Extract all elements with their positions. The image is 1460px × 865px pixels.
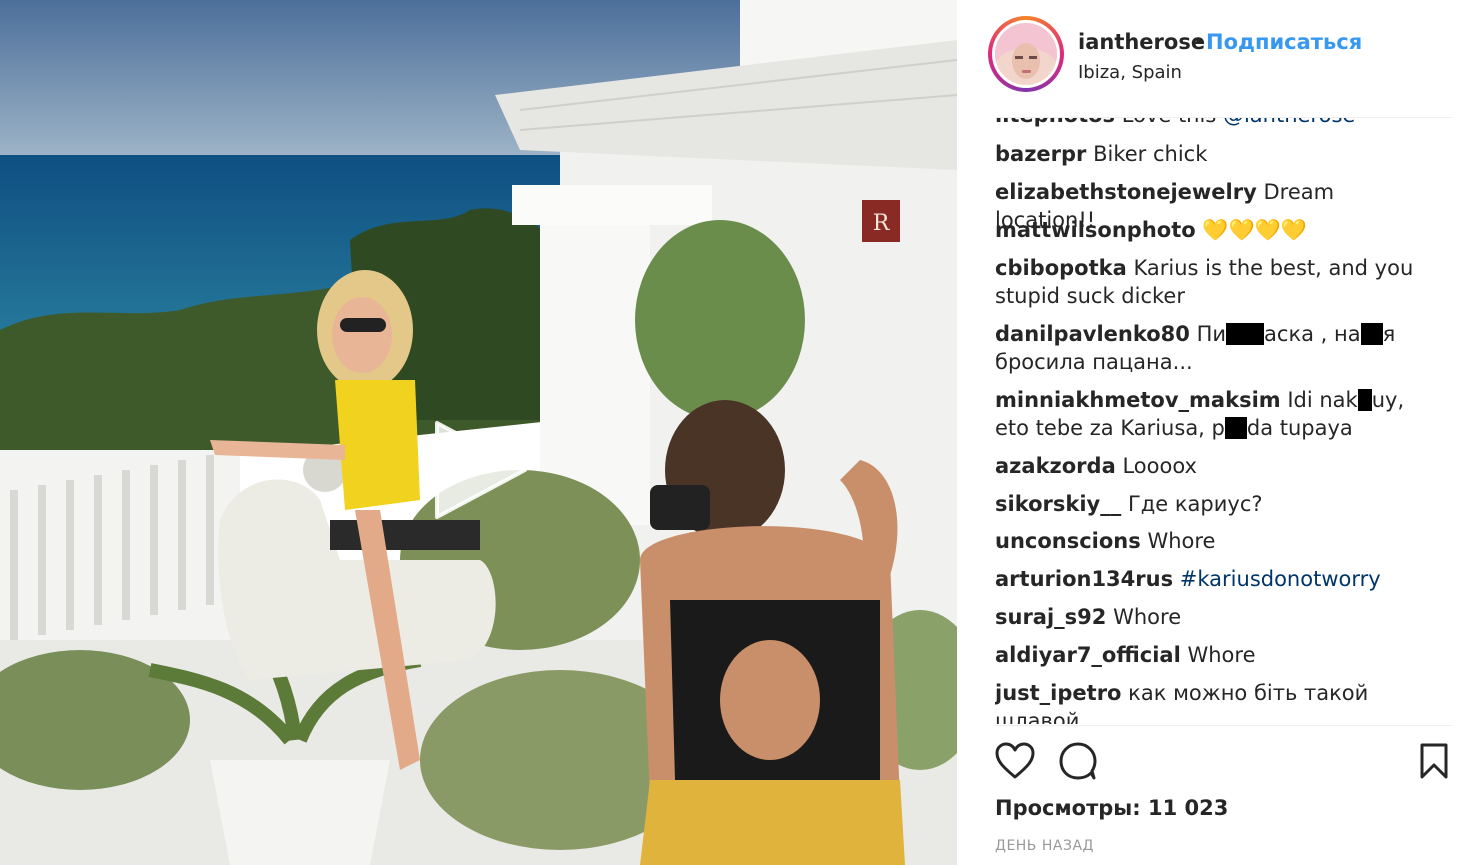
comment-item: danilpavlenko80 Пи аска , на я бросила пац…	[995, 320, 1435, 376]
comment-item: litephotos Love this @iantherose	[995, 118, 1435, 129]
avatar-image	[995, 23, 1057, 85]
comment-item: bazerpr Biker chick	[995, 140, 1435, 168]
comment-text: Где кариус?	[1127, 492, 1263, 516]
play-icon	[435, 421, 527, 519]
comment-text: Idi nak	[1287, 388, 1358, 412]
comment-button[interactable]	[1058, 742, 1098, 784]
comment-text: Loooox	[1122, 454, 1197, 478]
post-timestamp[interactable]: ДЕНЬ НАЗАД	[995, 838, 1094, 854]
comment-mention[interactable]: @iantherose	[1223, 118, 1355, 127]
redaction-block	[1357, 389, 1372, 411]
comment-bubble-icon	[1059, 742, 1097, 780]
comment-text: Whore	[1187, 643, 1256, 667]
comment-item: sikorskiy__ Где кариус?	[995, 490, 1435, 518]
svg-text:R: R	[873, 211, 891, 236]
post-media[interactable]: R	[0, 0, 957, 865]
follow-button[interactable]: Подписаться	[1206, 30, 1362, 54]
comment-username[interactable]: litephotos	[995, 118, 1115, 127]
avatar[interactable]	[988, 16, 1064, 92]
post-location[interactable]: Ibiza, Spain	[1078, 62, 1182, 83]
comment-text: Пи	[1196, 322, 1227, 346]
comment-username[interactable]: unconscions	[995, 529, 1141, 553]
heart-icon	[995, 742, 1035, 779]
comment-username[interactable]: danilpavlenko80	[995, 322, 1190, 346]
comment-text: аска , на	[1264, 322, 1361, 346]
redaction-block	[1224, 417, 1247, 439]
comment-username[interactable]: cbibopotka	[995, 256, 1127, 280]
comment-username[interactable]: sikorskiy__	[995, 492, 1121, 516]
like-button[interactable]	[995, 742, 1035, 784]
post-header: iantherose • Подписаться Ibiza, Spain	[957, 0, 1460, 118]
actions-divider	[995, 725, 1453, 726]
comment-text: Biker chick	[1093, 142, 1208, 166]
comment-username[interactable]: minniakhmetov_maksim	[995, 388, 1281, 412]
comment-username[interactable]: suraj_s92	[995, 605, 1106, 629]
comment-item: suraj_s92 Whore	[995, 603, 1435, 631]
comment-item: just_ipetro как можно біть такой шлавой	[995, 679, 1435, 724]
comment-item: unconscions Whore	[995, 527, 1435, 555]
comment-text: da tupaya	[1246, 416, 1353, 440]
post-sidebar: iantherose • Подписаться Ibiza, Spain li…	[957, 0, 1460, 865]
comment-username[interactable]: just_ipetro	[995, 681, 1121, 705]
comment-text: Love this	[1122, 118, 1223, 127]
save-button[interactable]	[1419, 742, 1449, 784]
comment-username[interactable]: aldiyar7_official	[995, 643, 1181, 667]
avatar-ring	[992, 20, 1060, 88]
view-count[interactable]: Просмотры: 11 023	[995, 796, 1228, 820]
comment-item: aldiyar7_official Whore	[995, 641, 1435, 669]
comment-item: minniakhmetov_maksim Idi nak uy, eto tebe…	[995, 386, 1435, 442]
comment-text: Whore	[1113, 605, 1182, 629]
comment-username[interactable]: azakzorda	[995, 454, 1116, 478]
comments-list: litephotos Love this @iantherose bazerpr…	[995, 118, 1453, 724]
comment-username[interactable]: arturion134rus	[995, 567, 1173, 591]
comment-item: cbibopotka Karius is the best, and you s…	[995, 254, 1435, 310]
comment-item: mattwilsonphoto 💛💛💛💛	[995, 216, 1435, 244]
play-button[interactable]	[425, 415, 535, 525]
comment-username[interactable]: bazerpr	[995, 142, 1086, 166]
comment-username[interactable]: elizabethstonejewelry	[995, 180, 1257, 204]
separator-dot: •	[1193, 30, 1206, 54]
comment-item: azakzorda Loooox	[995, 452, 1435, 480]
bookmark-icon	[1420, 743, 1448, 779]
action-bar	[995, 742, 1453, 782]
comment-username[interactable]: mattwilsonphoto	[995, 218, 1196, 242]
avatar-portrait	[995, 23, 1057, 85]
comment-item: arturion134rus #kariusdonotworry	[995, 565, 1435, 593]
post-username[interactable]: iantherose	[1078, 30, 1205, 54]
redaction-block	[1226, 323, 1265, 345]
comment-text: Whore	[1147, 529, 1216, 553]
redaction-block	[1360, 323, 1383, 345]
comment-hashtag[interactable]: #kariusdonotworry	[1180, 567, 1381, 591]
comment-text: 💛💛💛💛	[1202, 218, 1307, 242]
